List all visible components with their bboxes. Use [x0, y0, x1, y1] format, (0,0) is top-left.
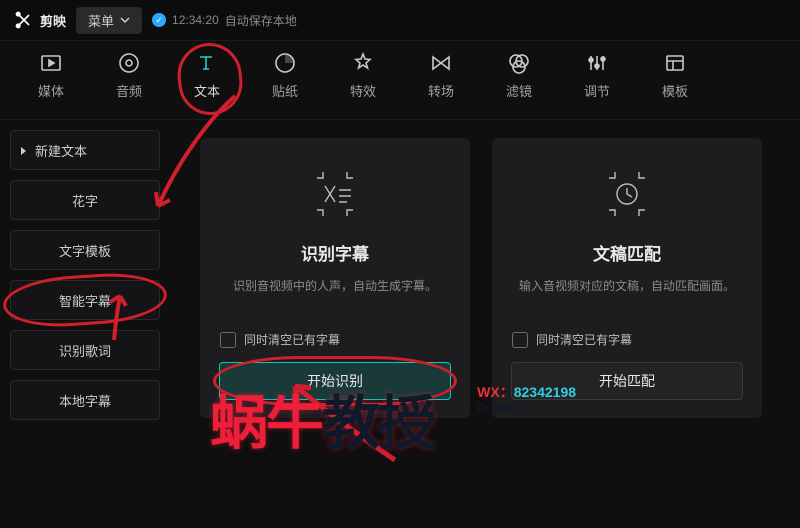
- adjust-icon: [583, 49, 611, 77]
- tab-media[interactable]: 媒体: [12, 49, 90, 100]
- tab-label: 调节: [584, 81, 610, 100]
- effect-icon: [349, 49, 377, 77]
- tab-filter[interactable]: 滤镜: [480, 49, 558, 100]
- card-script-match: 文稿匹配 输入音视频对应的文稿，自动匹配画面。 同时清空已有字幕 开始匹配: [492, 138, 762, 418]
- tab-label: 特效: [350, 81, 376, 100]
- autosave-time: 12:34:20: [172, 13, 219, 27]
- start-recognize-button[interactable]: 开始识别: [219, 362, 451, 400]
- checkbox-label: 同时清空已有字幕: [244, 331, 340, 348]
- text-sidebar: 新建文本 花字 文字模板 智能字幕 识别歌词 本地字幕: [0, 120, 170, 528]
- sticker-icon: [271, 49, 299, 77]
- filter-icon: [505, 49, 533, 77]
- menu-button[interactable]: 菜单: [76, 7, 142, 34]
- menu-label: 菜单: [88, 11, 114, 30]
- tab-label: 贴纸: [272, 81, 298, 100]
- content-pane: 识别字幕 识别音视频中的人声，自动生成字幕。 同时清空已有字幕 开始识别 文稿匹…: [170, 120, 800, 528]
- tab-label: 媒体: [38, 81, 64, 100]
- tab-label: 滤镜: [506, 81, 532, 100]
- chevron-down-icon: [120, 16, 130, 24]
- template-icon: [661, 49, 689, 77]
- tab-effect[interactable]: 特效: [324, 49, 402, 100]
- workspace: 新建文本 花字 文字模板 智能字幕 识别歌词 本地字幕 识别字幕 识别音视频中的…: [0, 120, 800, 528]
- tab-audio[interactable]: 音频: [90, 49, 168, 100]
- auto-subtitle-icon: [305, 164, 365, 224]
- checkbox-icon: [512, 332, 528, 348]
- check-icon: [152, 13, 166, 27]
- audio-icon: [115, 49, 143, 77]
- tab-template[interactable]: 模板: [636, 49, 714, 100]
- checkbox-label: 同时清空已有字幕: [536, 331, 632, 348]
- card-title: 文稿匹配: [593, 240, 661, 265]
- tab-label: 音频: [116, 81, 142, 100]
- clear-existing-checkbox[interactable]: 同时清空已有字幕: [512, 331, 742, 348]
- sidebar-item-label: 花字: [72, 191, 98, 210]
- tab-sticker[interactable]: 贴纸: [246, 49, 324, 100]
- sidebar-item-new-text[interactable]: 新建文本: [10, 130, 160, 170]
- button-label: 开始识别: [307, 371, 363, 391]
- sidebar-item-label: 新建文本: [35, 141, 87, 160]
- tab-label: 转场: [428, 81, 454, 100]
- script-match-icon: [597, 164, 657, 224]
- sidebar-item-label: 本地字幕: [59, 391, 111, 410]
- card-recognize-subtitle: 识别字幕 识别音视频中的人声，自动生成字幕。 同时清空已有字幕 开始识别: [200, 138, 470, 418]
- button-label: 开始匹配: [599, 371, 655, 391]
- tab-label: 文本: [194, 81, 220, 100]
- card-desc: 识别音视频中的人声，自动生成字幕。: [233, 277, 437, 315]
- sidebar-item-local-subtitle[interactable]: 本地字幕: [10, 380, 160, 420]
- checkbox-icon: [220, 332, 236, 348]
- sidebar-item-label: 识别歌词: [59, 341, 111, 360]
- card-title: 识别字幕: [301, 240, 369, 265]
- sidebar-item-lyrics[interactable]: 识别歌词: [10, 330, 160, 370]
- sidebar-item-fancy-text[interactable]: 花字: [10, 180, 160, 220]
- tab-text[interactable]: 文本: [168, 49, 246, 100]
- clear-existing-checkbox[interactable]: 同时清空已有字幕: [220, 331, 450, 348]
- transition-icon: [427, 49, 455, 77]
- tab-label: 模板: [662, 81, 688, 100]
- autosave-text: 自动保存本地: [225, 12, 297, 29]
- autosave-status: 12:34:20 自动保存本地: [152, 12, 297, 29]
- app-name: 剪映: [40, 11, 66, 30]
- text-icon: [193, 49, 221, 77]
- main-tabbar: 媒体 音频 文本 贴纸 特效 转场 滤镜 调节 模板: [0, 40, 800, 120]
- sidebar-item-text-template[interactable]: 文字模板: [10, 230, 160, 270]
- media-icon: [37, 49, 65, 77]
- sidebar-item-smart-subtitle[interactable]: 智能字幕: [10, 280, 160, 320]
- sidebar-item-label: 文字模板: [59, 241, 111, 260]
- scissors-icon: [14, 10, 34, 30]
- sidebar-item-label: 智能字幕: [59, 291, 111, 310]
- tab-adjust[interactable]: 调节: [558, 49, 636, 100]
- app-logo: 剪映: [14, 10, 66, 30]
- start-match-button[interactable]: 开始匹配: [511, 362, 743, 400]
- card-desc: 输入音视频对应的文稿，自动匹配画面。: [519, 277, 735, 315]
- tab-transition[interactable]: 转场: [402, 49, 480, 100]
- titlebar: 剪映 菜单 12:34:20 自动保存本地: [0, 0, 800, 40]
